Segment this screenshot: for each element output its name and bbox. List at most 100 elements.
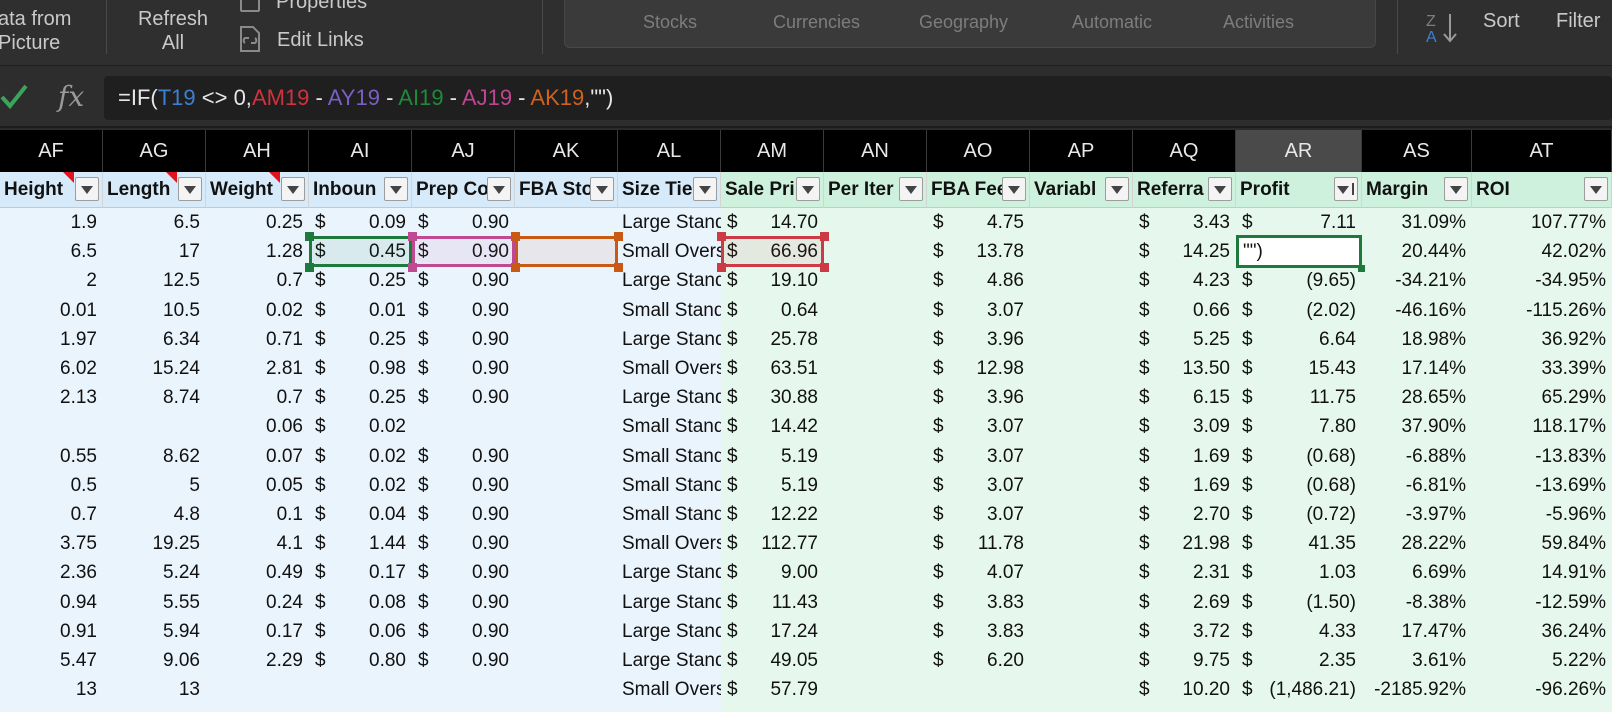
table-cell[interactable]: Small Standard (618, 442, 721, 471)
table-cell[interactable]: 0.5 (0, 471, 103, 500)
table-cell[interactable]: 59.84% (1472, 529, 1612, 558)
table-cell[interactable]: $0.90 (412, 296, 515, 325)
table-cell[interactable]: $0.90 (412, 354, 515, 383)
range-handle[interactable] (614, 232, 623, 242)
table-cell[interactable]: $0.90 (412, 529, 515, 558)
table-cell[interactable]: $14.25 (1133, 237, 1236, 266)
table-cell[interactable]: 5 (103, 471, 206, 500)
filter-dropdown-icon[interactable] (590, 177, 614, 201)
column-header-ar[interactable]: AR (1236, 130, 1362, 172)
range-handle[interactable] (408, 263, 417, 273)
table-cell[interactable]: -13.83% (1472, 442, 1612, 471)
table-cell[interactable]: $1.69 (1133, 471, 1236, 500)
table-cell[interactable]: $9.75 (1133, 646, 1236, 675)
range-handle[interactable] (717, 232, 726, 242)
table-cell[interactable]: 0.91 (0, 617, 103, 646)
range-handle[interactable] (511, 232, 520, 242)
filter-button[interactable]: Filter (1556, 9, 1600, 33)
table-cell[interactable]: Small Standard (618, 500, 721, 529)
table-cell[interactable]: 0.06 (206, 412, 309, 441)
table-cell[interactable]: $ (2.02) (1236, 296, 1362, 325)
table-cell[interactable]: $0.90 (412, 325, 515, 354)
table-cell[interactable]: $2.69 (1133, 588, 1236, 617)
column-header-as[interactable]: AS (1362, 130, 1472, 172)
table-cell[interactable]: 13 (103, 675, 206, 704)
table-cell[interactable]: 20.44% (1362, 237, 1472, 266)
table-cell[interactable]: Large Standard (618, 208, 721, 237)
table-cell[interactable]: 2.13 (0, 383, 103, 412)
table-cell[interactable]: 107.77% (1472, 208, 1612, 237)
range-handle[interactable] (305, 232, 314, 242)
column-header-an[interactable]: AN (824, 130, 927, 172)
table-cell[interactable]: $0.80 (309, 646, 412, 675)
table-cell[interactable]: $14.70 (721, 208, 824, 237)
table-cell[interactable]: 0.7 (206, 266, 309, 295)
table-cell[interactable]: $17.24 (721, 617, 824, 646)
table-cell[interactable]: $0.90 (412, 471, 515, 500)
table-cell[interactable]: $0.90 (412, 442, 515, 471)
table-cell[interactable]: $0.02 (309, 471, 412, 500)
table-cell[interactable]: 0.49 (206, 558, 309, 587)
table-cell[interactable]: $63.51 (721, 354, 824, 383)
table-cell[interactable]: $3.07 (927, 500, 1030, 529)
table-cell[interactable]: -6.88% (1362, 442, 1472, 471)
table-cell[interactable]: 6.02 (0, 354, 103, 383)
table-cell[interactable]: $4.75 (927, 208, 1030, 237)
table-cell[interactable]: $0.25 (309, 325, 412, 354)
table-cell[interactable]: Large Standard (618, 646, 721, 675)
table-cell[interactable]: $0.90 (412, 588, 515, 617)
filter-dropdown-icon[interactable] (178, 177, 202, 201)
table-cell[interactable]: 6.5 (0, 237, 103, 266)
table-cell[interactable]: -5.96% (1472, 500, 1612, 529)
table-cell[interactable]: -96.26% (1472, 675, 1612, 704)
table-cell[interactable]: 17.14% (1362, 354, 1472, 383)
column-header-am[interactable]: AM (721, 130, 824, 172)
table-cell[interactable]: 0.55 (0, 442, 103, 471)
table-cell[interactable]: $6.20 (927, 646, 1030, 675)
table-cell[interactable]: $4.33 (1236, 617, 1362, 646)
table-cell[interactable]: Small Standard (618, 412, 721, 441)
table-cell[interactable]: 42.02% (1472, 237, 1612, 266)
table-cell[interactable]: 36.92% (1472, 325, 1612, 354)
table-cell[interactable]: Small Oversize (618, 529, 721, 558)
table-cell[interactable]: 2.81 (206, 354, 309, 383)
table-cell[interactable]: 2.36 (0, 558, 103, 587)
table-cell[interactable]: 15.24 (103, 354, 206, 383)
table-cell[interactable]: $ (0.68) (1236, 442, 1362, 471)
filter-dropdown-icon[interactable] (1444, 177, 1468, 201)
table-cell[interactable]: -12.59% (1472, 588, 1612, 617)
table-cell[interactable]: Large Standard (618, 558, 721, 587)
column-header-ah[interactable]: AH (206, 130, 309, 172)
table-cell[interactable]: $ (1.50) (1236, 588, 1362, 617)
table-cell[interactable]: -34.21% (1362, 266, 1472, 295)
table-cell[interactable]: $4.07 (927, 558, 1030, 587)
table-cell[interactable]: $0.90 (412, 383, 515, 412)
table-cell[interactable]: $0.01 (309, 296, 412, 325)
column-header-ao[interactable]: AO (927, 130, 1030, 172)
table-cell[interactable]: 0.01 (0, 296, 103, 325)
table-cell[interactable]: 31.09% (1362, 208, 1472, 237)
table-cell[interactable]: $2.35 (1236, 646, 1362, 675)
table-cell[interactable]: $0.09 (309, 208, 412, 237)
table-cell[interactable]: 0.71 (206, 325, 309, 354)
table-cell[interactable]: $12.98 (927, 354, 1030, 383)
table-cell[interactable]: $112.77 (721, 529, 824, 558)
table-cell[interactable]: $0.90 (412, 558, 515, 587)
column-header-af[interactable]: AF (0, 130, 103, 172)
refresh-all-button[interactable]: Refresh All (128, 7, 218, 55)
table-cell[interactable]: $0.02 (309, 442, 412, 471)
table-cell[interactable]: 1.28 (206, 237, 309, 266)
table-cell[interactable]: 2 (0, 266, 103, 295)
table-cell[interactable]: $41.35 (1236, 529, 1362, 558)
data-type-geography[interactable]: Geography (919, 12, 1008, 33)
table-cell[interactable]: $30.88 (721, 383, 824, 412)
table-cell[interactable]: $4.86 (927, 266, 1030, 295)
filter-dropdown-icon[interactable] (1208, 177, 1232, 201)
table-cell[interactable]: 28.65% (1362, 383, 1472, 412)
filter-dropdown-icon[interactable] (487, 177, 511, 201)
table-cell[interactable]: 14.91% (1472, 558, 1612, 587)
confirm-check-icon[interactable] (0, 82, 30, 112)
column-header-ap[interactable]: AP (1030, 130, 1133, 172)
column-header-aq[interactable]: AQ (1133, 130, 1236, 172)
table-cell[interactable]: 5.22% (1472, 646, 1612, 675)
